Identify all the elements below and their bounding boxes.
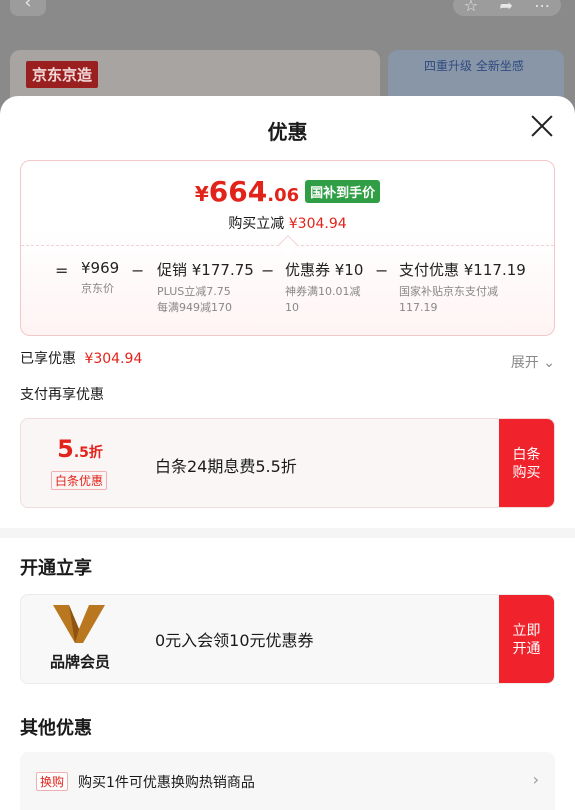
reduction-label: 购买立减 <box>228 216 285 232</box>
breakdown-note: PLUS立减7.75 每满949减170 <box>157 285 232 314</box>
breakdown-item-payment: 支付优惠 ¥117.19 国家补贴京东支付减 117.19 <box>399 259 526 316</box>
enjoyed-amount: ¥304.94 <box>84 351 143 367</box>
trade-in-offer-row[interactable]: 换购 购买1件可优惠换购热销商品 › <box>20 752 555 810</box>
section-divider <box>0 528 575 538</box>
breakdown-item-promotion: 促销 ¥177.75 PLUS立减7.75 每满949减170 <box>157 259 254 316</box>
purchase-reduction: 购买立减 ¥304.94 <box>21 213 554 233</box>
rate-integer: 5 <box>57 435 74 463</box>
expand-label: 展开 <box>510 355 539 371</box>
brand-badge: 京东京造 <box>26 61 99 88</box>
baitiao-rate-block: 5.5折 白条优惠 <box>21 419 139 507</box>
button-line: 购买 <box>512 465 541 481</box>
price-breakdown: = ¥969 京东价 − 促销 ¥177.75 PLUS立减7.75 每满949… <box>21 259 554 329</box>
minus-sign: − <box>131 261 145 280</box>
more-icon[interactable]: ⋯ <box>534 0 550 15</box>
price-summary: ¥ 664 .06 国补到手价 购买立减 ¥304.94 = ¥969 京东价 … <box>20 160 555 336</box>
button-line: 开通 <box>512 641 541 657</box>
pay-again-label: 支付再享优惠 <box>20 387 104 403</box>
brand-member-v-icon <box>53 605 105 643</box>
breakdown-value: 支付优惠 ¥117.19 <box>399 261 526 279</box>
close-icon[interactable] <box>529 112 557 140</box>
notch-pointer <box>278 235 298 255</box>
chevron-down-icon: ⌄ <box>543 355 555 371</box>
open-section-heading: 开通立享 <box>20 558 92 579</box>
reduction-amount: ¥304.94 <box>288 216 347 232</box>
back-icon: ‹ <box>24 0 32 13</box>
enjoyed-label: 已享优惠 <box>20 351 76 367</box>
back-button[interactable]: ‹ <box>10 0 46 16</box>
gov-subsidy-tag: 国补到手价 <box>305 180 381 203</box>
minus-sign: − <box>261 261 275 280</box>
currency-symbol: ¥ <box>194 182 209 206</box>
final-price-decimal: .06 <box>267 185 300 206</box>
rate-decimal: .5折 <box>73 445 103 461</box>
breakdown-note: 京东价 <box>81 282 114 295</box>
button-line: 白条 <box>512 447 541 463</box>
breakdown-value: ¥969 <box>81 259 120 277</box>
minus-sign: − <box>375 261 389 280</box>
promo-banner-text: 四重升级 全新坐感 <box>424 59 524 73</box>
equals-sign: = <box>55 261 69 280</box>
brand-member-description: 0元入会领10元优惠券 <box>155 631 314 650</box>
header-actions: ☆ ➦ ⋯ <box>453 0 561 16</box>
breakdown-value: 促销 ¥177.75 <box>157 261 254 279</box>
breakdown-item-jd-price: ¥969 京东价 <box>81 259 119 297</box>
discount-sheet: 优惠 ¥ 664 .06 国补到手价 购买立减 ¥304.94 = ¥969 京… <box>0 96 575 810</box>
baitiao-description: 白条24期息费5.5折 <box>155 457 297 476</box>
chevron-right-icon: › <box>532 770 539 789</box>
brand-member-card[interactable]: 品牌会员 0元入会领10元优惠券 立即 开通 <box>20 594 555 684</box>
breakdown-value: 优惠券 ¥10 <box>285 261 364 279</box>
brand-member-label: 品牌会员 <box>49 653 110 671</box>
open-membership-button[interactable]: 立即 开通 <box>499 595 554 683</box>
baitiao-offer-card[interactable]: 5.5折 白条优惠 白条24期息费5.5折 白条 购买 <box>20 418 555 508</box>
expand-toggle[interactable]: 展开 ⌄ <box>511 352 555 372</box>
other-section-heading: 其他优惠 <box>20 718 92 739</box>
baitiao-rate: 5.5折 <box>21 435 139 463</box>
final-price: ¥ 664 .06 国补到手价 <box>21 175 554 208</box>
trade-in-text: 购买1件可优惠换购热销商品 <box>78 775 255 791</box>
breakdown-item-coupon: 优惠券 ¥10 神券满10.01减 10 <box>285 259 363 316</box>
final-price-integer: 664 <box>208 175 268 208</box>
breakdown-note: 国家补贴京东支付减 117.19 <box>399 285 498 314</box>
share-icon[interactable]: ➦ <box>499 0 512 15</box>
baitiao-buy-button[interactable]: 白条 购买 <box>499 419 554 507</box>
star-icon[interactable]: ☆ <box>464 0 478 15</box>
button-line: 立即 <box>512 623 541 639</box>
enjoyed-discount: 已享优惠 ¥304.94 <box>20 348 142 368</box>
sheet-title: 优惠 <box>267 120 308 144</box>
baitiao-tag: 白条优惠 <box>51 471 108 490</box>
breakdown-note: 神券满10.01减 10 <box>285 285 361 314</box>
trade-in-tag: 换购 <box>36 772 69 791</box>
